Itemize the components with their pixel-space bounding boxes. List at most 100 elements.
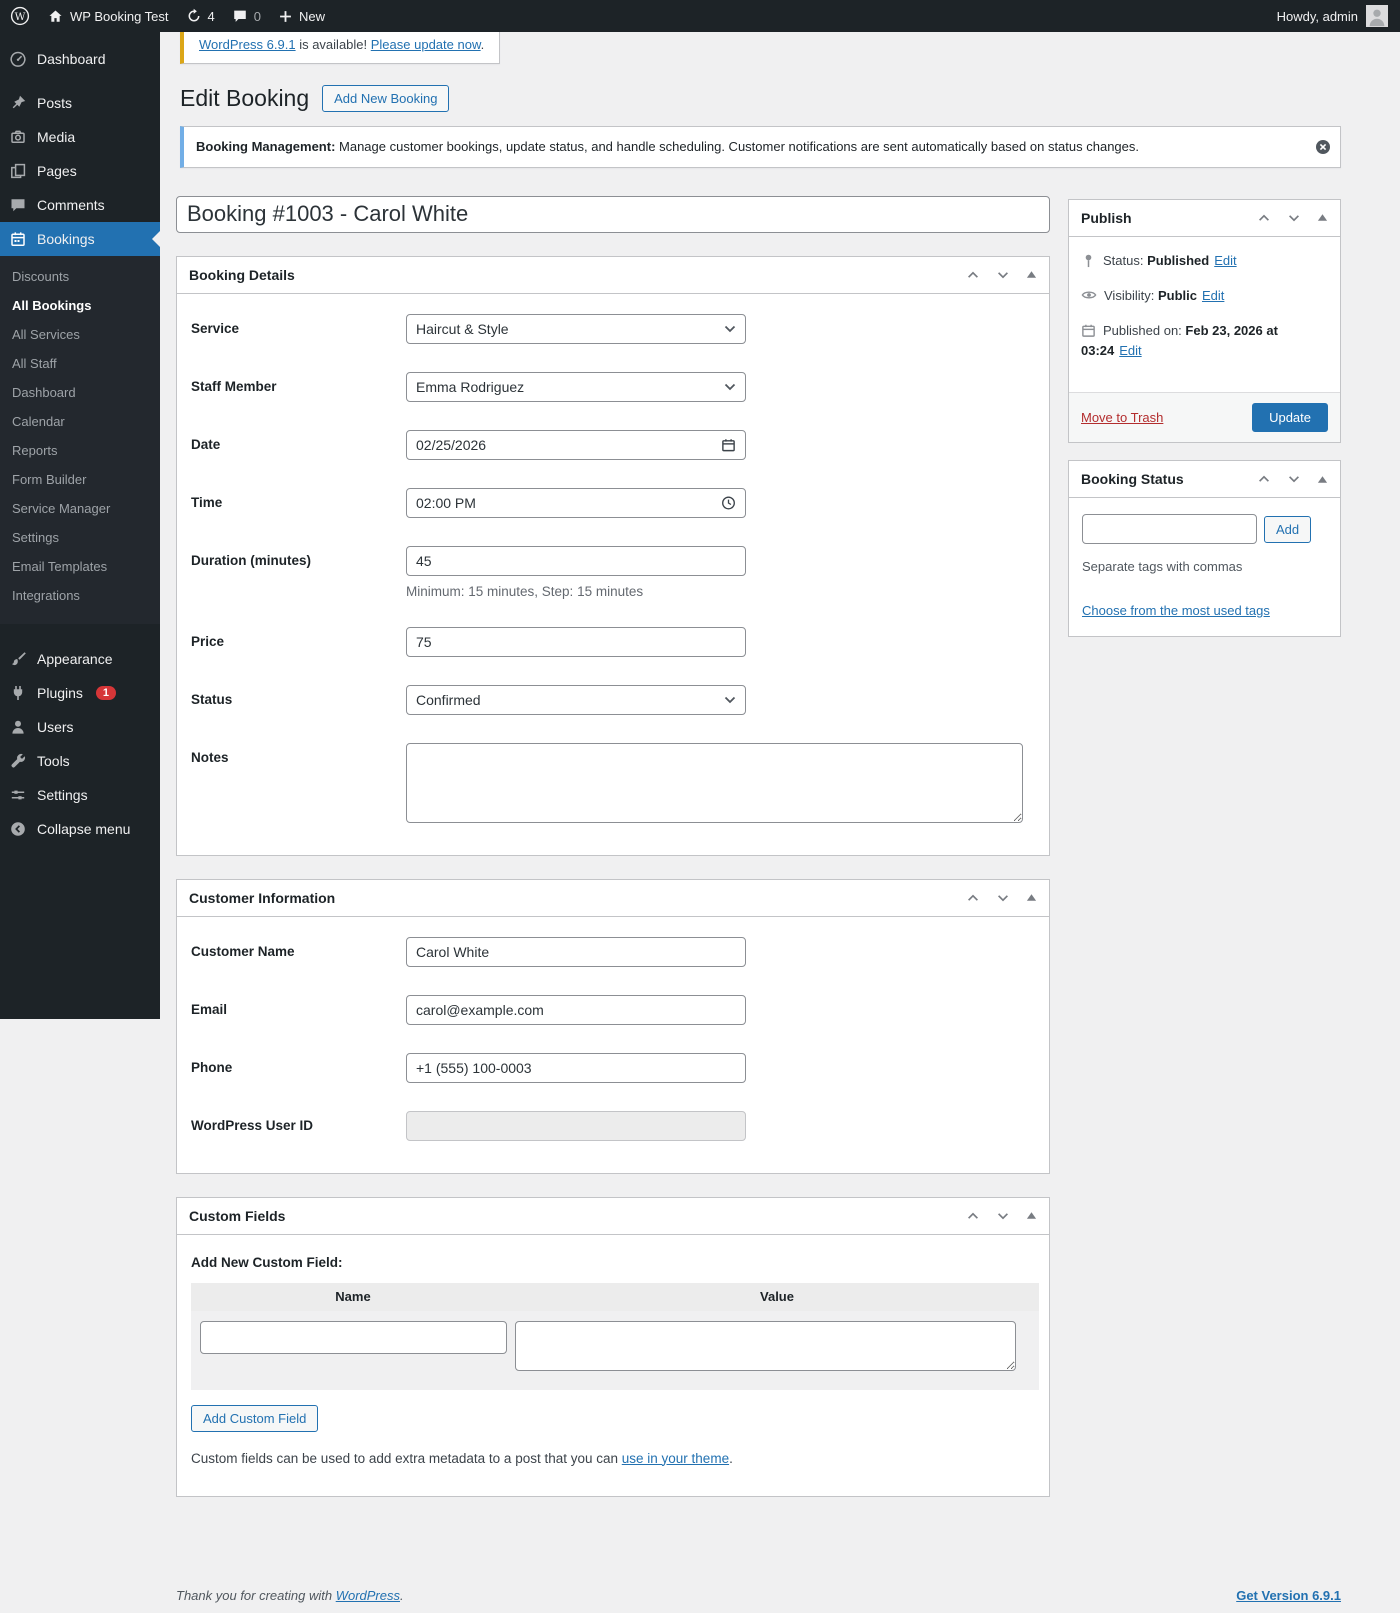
phone-input[interactable]: [406, 1052, 746, 1083]
submenu-item-all-services[interactable]: All Services: [0, 320, 160, 349]
duration-input[interactable]: [406, 545, 746, 576]
new-label: New: [298, 8, 325, 24]
date-input[interactable]: [406, 429, 746, 460]
comment-count: 0: [253, 8, 261, 24]
staff-select[interactable]: Emma Rodriguez: [406, 371, 746, 402]
order-up-icon[interactable]: [966, 1209, 980, 1223]
edit-visibility-link[interactable]: Edit: [1202, 288, 1224, 303]
order-down-icon[interactable]: [1287, 472, 1301, 486]
sidebar-item-media[interactable]: Media: [0, 120, 160, 154]
move-to-trash-link[interactable]: Move to Trash: [1081, 410, 1163, 425]
custom-fields-header[interactable]: Custom Fields: [177, 1198, 1049, 1235]
sidebar-item-pages[interactable]: Pages: [0, 154, 160, 188]
footer-thanks: Thank you for creating with WordPress.: [176, 1588, 404, 1603]
add-tag-button[interactable]: Add: [1264, 515, 1312, 543]
sidebar-item-settings[interactable]: Settings: [0, 778, 160, 812]
wordpress-version-link[interactable]: WordPress 6.9.1: [199, 37, 296, 52]
order-down-icon[interactable]: [1287, 211, 1301, 225]
submenu-item-settings[interactable]: Settings: [0, 523, 160, 552]
new-menu[interactable]: New: [278, 9, 325, 24]
eye-icon: [1081, 287, 1097, 303]
price-input[interactable]: [406, 626, 746, 657]
customer-info-body: Customer Name Email Phone: [177, 917, 1049, 1173]
sidebar-item-tools[interactable]: Tools: [0, 744, 160, 778]
sidebar-item-users[interactable]: Users: [0, 710, 160, 744]
add-new-booking-button[interactable]: Add New Booking: [322, 85, 450, 112]
comments-menu[interactable]: 0: [232, 8, 261, 24]
customer-name-input[interactable]: [406, 936, 746, 967]
email-label: Email: [191, 1001, 228, 1017]
site-name-menu[interactable]: WP Booking Test: [47, 8, 169, 25]
update-button[interactable]: Update: [1252, 403, 1328, 433]
custom-field-value-textarea[interactable]: [515, 1320, 1016, 1371]
customer-name-row: Customer Name: [191, 936, 1035, 967]
sidebar-item-plugins[interactable]: Plugins 1: [0, 676, 160, 710]
staff-label: Staff Member: [191, 378, 277, 394]
submenu-item-dashboard[interactable]: Dashboard: [0, 378, 160, 407]
toggle-panel-icon[interactable]: [1026, 269, 1037, 280]
submenu-item-calendar[interactable]: Calendar: [0, 407, 160, 436]
custom-field-name-input[interactable]: [199, 1320, 507, 1354]
order-up-icon[interactable]: [1257, 472, 1271, 486]
booking-details-metabox: Booking Details Service Haircut & Style: [176, 255, 1050, 856]
notes-textarea[interactable]: [406, 742, 1023, 823]
submenu-item-discounts[interactable]: Discounts: [0, 262, 160, 291]
updates-menu[interactable]: 4: [186, 8, 215, 24]
customer-info-header[interactable]: Customer Information: [177, 880, 1049, 917]
booking-status-header[interactable]: Booking Status: [1069, 461, 1340, 499]
sidebar-item-dashboard[interactable]: Dashboard: [0, 42, 160, 76]
submenu-item-all-bookings[interactable]: All Bookings: [0, 291, 160, 320]
sidebar-item-collapse-menu[interactable]: Collapse menu: [0, 812, 160, 846]
order-down-icon[interactable]: [996, 891, 1010, 905]
most-used-tags-link[interactable]: Choose from the most used tags: [1082, 603, 1270, 618]
submenu-item-integrations[interactable]: Integrations: [0, 581, 160, 610]
use-in-theme-link[interactable]: use in your theme: [622, 1451, 729, 1466]
sidebar-item-comments[interactable]: Comments: [0, 188, 160, 222]
add-custom-field-button[interactable]: Add Custom Field: [191, 1404, 319, 1432]
edit-status-link[interactable]: Edit: [1214, 253, 1236, 268]
time-input[interactable]: [406, 487, 746, 518]
sidebar-item-appearance[interactable]: Appearance: [0, 642, 160, 676]
booking-details-header[interactable]: Booking Details: [177, 257, 1049, 294]
order-down-icon[interactable]: [996, 1209, 1010, 1223]
submenu-item-form-builder[interactable]: Form Builder: [0, 465, 160, 494]
admin-bar-right[interactable]: Howdy, admin: [1277, 5, 1388, 27]
order-up-icon[interactable]: [966, 268, 980, 282]
dismiss-notice-icon[interactable]: [1315, 139, 1331, 155]
pages-icon: [8, 162, 28, 180]
service-select[interactable]: Haircut & Style: [406, 313, 746, 344]
order-up-icon[interactable]: [1257, 211, 1271, 225]
sidebar-item-label: Posts: [37, 95, 73, 111]
main-column: Booking Details Service Haircut & Style: [176, 195, 1050, 1497]
sidebar-item-posts[interactable]: Posts: [0, 86, 160, 120]
submenu-item-service-manager[interactable]: Service Manager: [0, 494, 160, 523]
submenu-item-email-templates[interactable]: Email Templates: [0, 552, 160, 581]
add-new-custom-field-label: Add New Custom Field:: [191, 1254, 343, 1270]
booking-title-input[interactable]: [176, 195, 1050, 233]
metabox-title: Custom Fields: [189, 1207, 286, 1224]
toggle-panel-icon[interactable]: [1317, 474, 1328, 485]
publish-header[interactable]: Publish: [1069, 200, 1340, 237]
toggle-panel-icon[interactable]: [1026, 1210, 1037, 1221]
status-value: Confirmed: [416, 691, 481, 708]
order-down-icon[interactable]: [996, 268, 1010, 282]
edit-published-link[interactable]: Edit: [1119, 343, 1141, 358]
site-name: WP Booking Test: [70, 8, 169, 24]
howdy-text: Howdy, admin: [1276, 8, 1358, 24]
order-up-icon[interactable]: [966, 891, 980, 905]
plus-icon: [278, 9, 293, 24]
email-input[interactable]: [406, 994, 746, 1025]
get-version-link[interactable]: Get Version 6.9.1: [1236, 1588, 1341, 1603]
new-tag-input[interactable]: [1082, 514, 1257, 545]
please-update-link[interactable]: Please update now: [371, 37, 481, 52]
toggle-panel-icon[interactable]: [1026, 892, 1037, 903]
wordpress-logo-icon[interactable]: W: [10, 6, 30, 26]
comments-icon: [232, 8, 248, 24]
wordpress-link[interactable]: WordPress: [336, 1588, 400, 1603]
status-select[interactable]: Confirmed: [406, 684, 746, 715]
sidebar-item-bookings[interactable]: Bookings: [0, 222, 160, 256]
submenu-item-reports[interactable]: Reports: [0, 436, 160, 465]
toggle-panel-icon[interactable]: [1317, 212, 1328, 223]
admin-bar: W WP Booking Test 4 0 New Howdy, admin: [0, 0, 1400, 32]
submenu-item-all-staff[interactable]: All Staff: [0, 349, 160, 378]
